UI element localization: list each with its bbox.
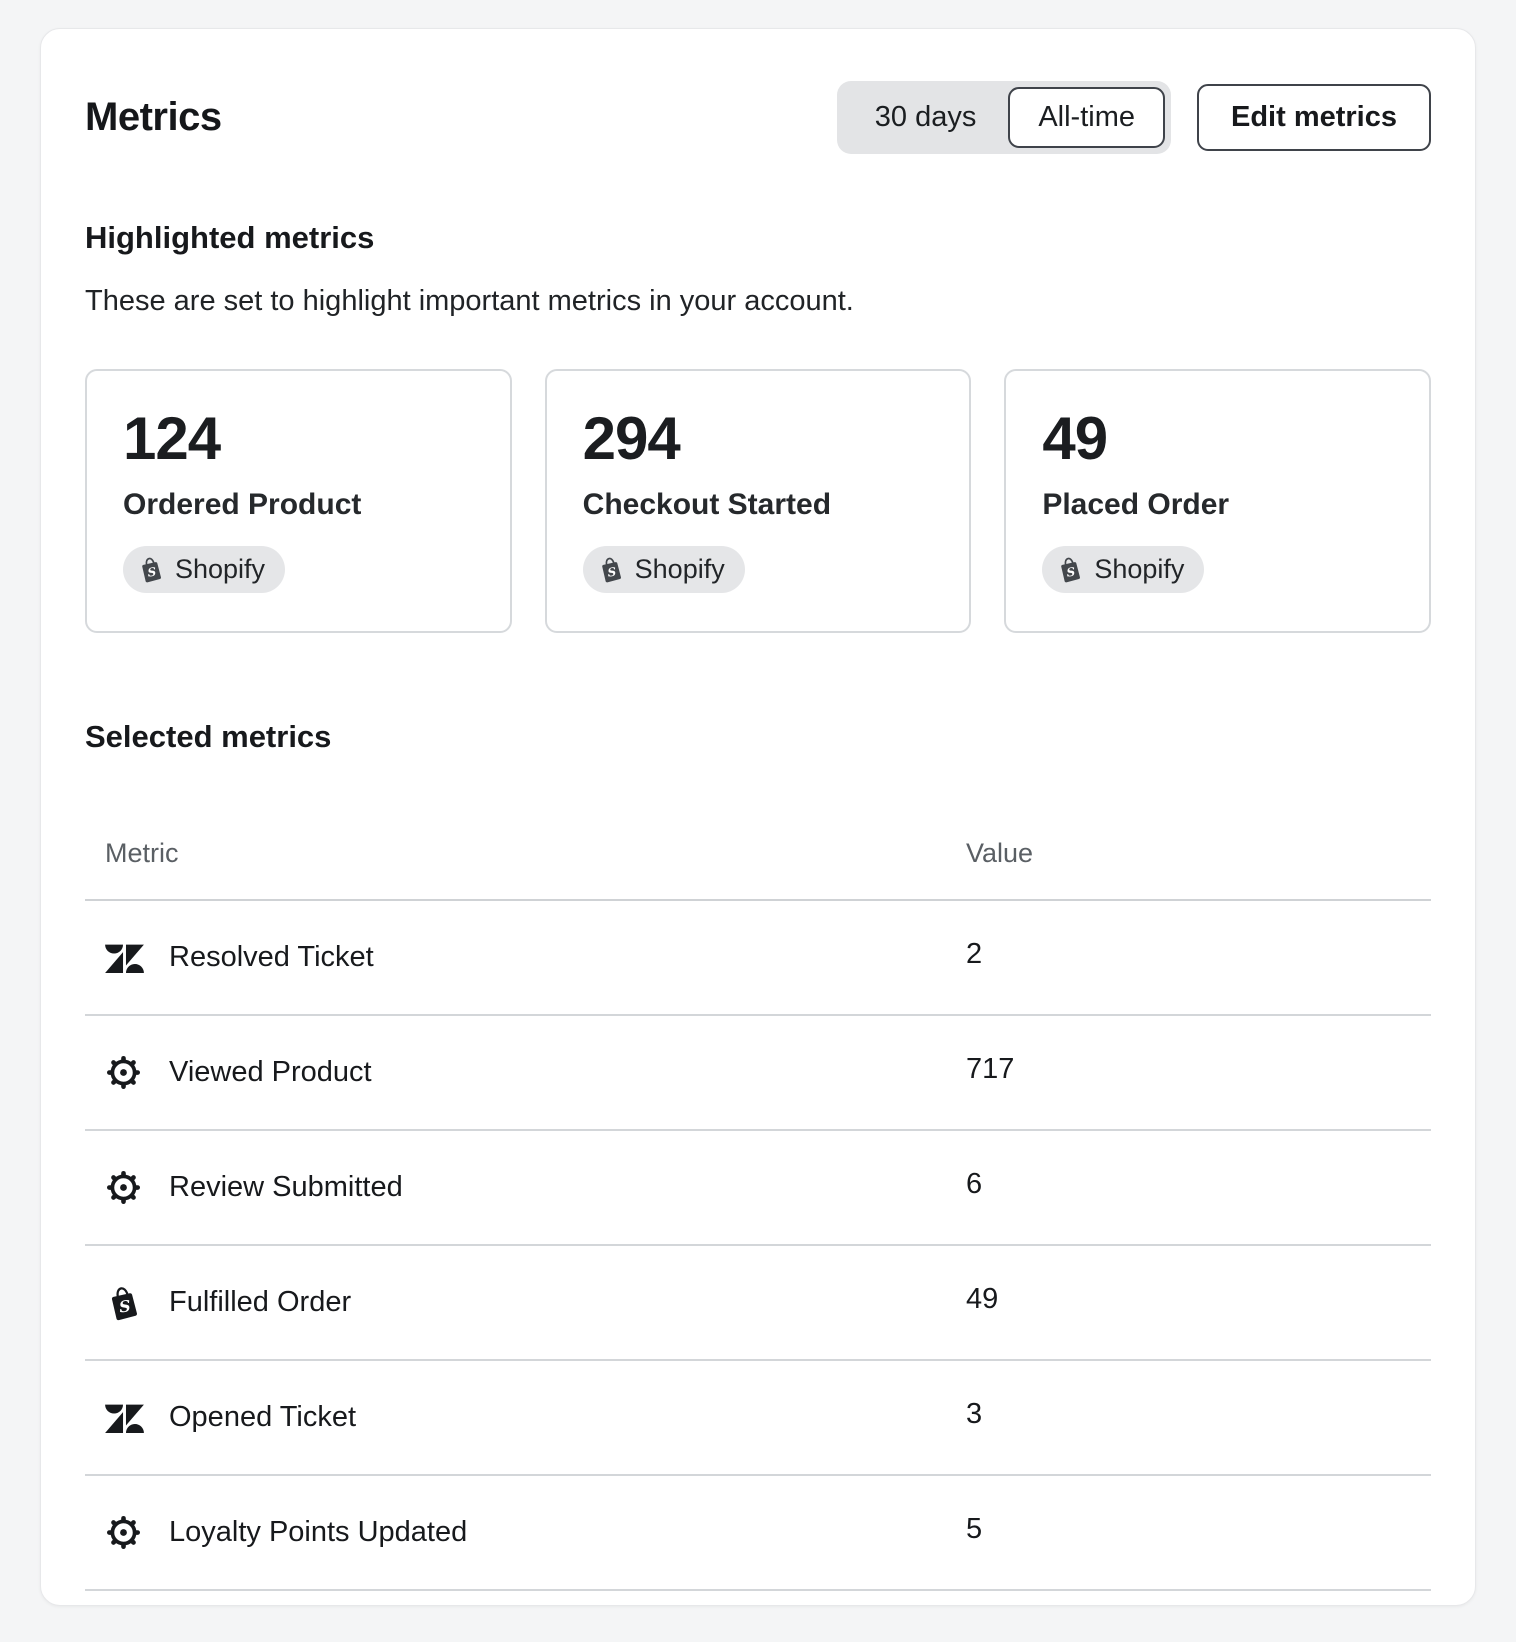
- shopify-icon: [597, 556, 624, 583]
- metrics-panel: Metrics 30 days All-time Edit metrics Hi…: [40, 28, 1476, 1606]
- gear-icon: [105, 1514, 142, 1551]
- metric-name: Fulfilled Order: [169, 1286, 351, 1319]
- column-header-value: Value: [966, 838, 1033, 869]
- metric-name: Review Submitted: [169, 1171, 403, 1204]
- metric-card-placed-order: 49 Placed Order Shopify: [1004, 369, 1431, 633]
- selected-metrics-heading: Selected metrics: [85, 719, 1431, 755]
- header-controls: 30 days All-time Edit metrics: [837, 81, 1431, 154]
- edit-metrics-button[interactable]: Edit metrics: [1197, 84, 1431, 151]
- metric-value: 5: [966, 1513, 982, 1546]
- metric-value: 6: [966, 1168, 982, 1201]
- table-row-opened-ticket: Opened Ticket 3: [85, 1361, 1431, 1476]
- gear-icon: [105, 1169, 142, 1206]
- selected-metrics-section: Selected metrics Metric Value Resolved T…: [85, 719, 1431, 1591]
- highlighted-metrics-section: Highlighted metrics These are set to hig…: [85, 220, 1431, 633]
- metric-name: Viewed Product: [169, 1056, 372, 1089]
- metric-card-value: 49: [1042, 407, 1393, 470]
- source-badge: Shopify: [1042, 546, 1204, 593]
- table-row-loyalty-points-updated: Loyalty Points Updated 5: [85, 1476, 1431, 1591]
- column-header-metric: Metric: [105, 838, 179, 869]
- metric-value: 717: [966, 1053, 1014, 1086]
- source-badge: Shopify: [123, 546, 285, 593]
- shopify-icon: [137, 556, 164, 583]
- metric-card-value: 294: [583, 407, 934, 470]
- page-title: Metrics: [85, 95, 222, 140]
- selected-metrics-table: Metric Value Resolved Ticket 2 Viewed Pr…: [85, 807, 1431, 1591]
- time-range-toggle[interactable]: 30 days All-time: [837, 81, 1171, 154]
- toggle-option-30-days[interactable]: 30 days: [843, 87, 1009, 148]
- metric-card-label: Checkout Started: [583, 488, 934, 522]
- zendesk-icon: [105, 943, 144, 973]
- metric-name: Loyalty Points Updated: [169, 1516, 467, 1549]
- metric-card-value: 124: [123, 407, 474, 470]
- highlighted-metric-cards: 124 Ordered Product Shopify 294 Checkout…: [85, 369, 1431, 633]
- table-row-fulfilled-order: Fulfilled Order 49: [85, 1246, 1431, 1361]
- panel-header: Metrics 30 days All-time Edit metrics: [85, 81, 1431, 154]
- metric-card-ordered-product: 124 Ordered Product Shopify: [85, 369, 512, 633]
- gear-icon: [105, 1054, 142, 1091]
- highlighted-metrics-heading: Highlighted metrics: [85, 220, 1431, 256]
- metric-value: 49: [966, 1283, 998, 1316]
- toggle-option-all-time[interactable]: All-time: [1008, 87, 1165, 148]
- metric-value: 3: [966, 1398, 982, 1431]
- source-badge-label: Shopify: [635, 554, 725, 585]
- source-badge: Shopify: [583, 546, 745, 593]
- metrics-page: { "header": { "title": "Metrics", "time_…: [0, 0, 1516, 1642]
- table-row-viewed-product: Viewed Product 717: [85, 1016, 1431, 1131]
- zendesk-icon: [105, 1403, 144, 1433]
- source-badge-label: Shopify: [175, 554, 265, 585]
- highlighted-metrics-description: These are set to highlight important met…: [85, 282, 1431, 321]
- table-header-row: Metric Value: [85, 807, 1431, 901]
- shopify-icon: [1056, 556, 1083, 583]
- source-badge-label: Shopify: [1094, 554, 1184, 585]
- metric-card-label: Ordered Product: [123, 488, 474, 522]
- metric-card-label: Placed Order: [1042, 488, 1393, 522]
- metric-value: 2: [966, 938, 982, 971]
- metric-name: Resolved Ticket: [169, 941, 374, 974]
- table-row-review-submitted: Review Submitted 6: [85, 1131, 1431, 1246]
- metric-card-checkout-started: 294 Checkout Started Shopify: [545, 369, 972, 633]
- metric-name: Opened Ticket: [169, 1401, 356, 1434]
- shopify-icon: [105, 1285, 141, 1321]
- table-row-resolved-ticket: Resolved Ticket 2: [85, 901, 1431, 1016]
